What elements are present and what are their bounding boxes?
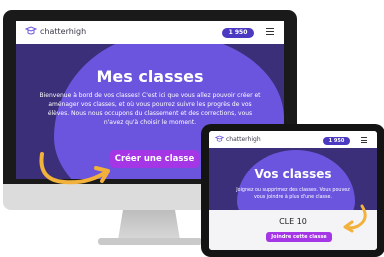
coin-balance-badge[interactable]: 1 950 xyxy=(222,28,254,38)
tablet-coin-balance-badge[interactable]: 1 950 xyxy=(323,137,350,145)
page-title: Mes classes xyxy=(96,67,204,86)
graduation-cap-logo-icon xyxy=(215,135,224,142)
graduation-cap-logo-icon xyxy=(25,26,37,35)
page-description: Bienvenue à bord de vos classes! C'est i… xyxy=(39,92,261,126)
monitor-stand-neck xyxy=(118,210,180,240)
hamburger-menu-icon[interactable] xyxy=(266,28,274,37)
tablet-page-title: Vos classes xyxy=(254,167,332,181)
curved-arrow-icon xyxy=(343,204,367,233)
create-class-button[interactable]: Créer une classe xyxy=(110,150,199,168)
desktop-header: chatterhigh 1 950 xyxy=(16,21,284,44)
tablet-header: chatterhigh 1 950 xyxy=(209,131,377,148)
tablet-brand-name: chatterhigh xyxy=(226,135,261,143)
brand-logo[interactable]: chatterhigh xyxy=(25,26,86,36)
tablet-device: chatterhigh 1 950 Vos classes Joignez ou… xyxy=(201,124,384,257)
tablet-brand-logo[interactable]: chatterhigh xyxy=(215,135,261,143)
monitor-stand-foot xyxy=(98,238,202,245)
brand-name: chatterhigh xyxy=(40,26,87,36)
join-class-button[interactable]: Joindre cette classe xyxy=(266,232,332,242)
curved-arrow-icon xyxy=(39,152,110,185)
tablet-page-description: Joignez ou supprimez des classes. Vous p… xyxy=(236,188,350,200)
hamburger-menu-icon[interactable] xyxy=(361,137,367,145)
